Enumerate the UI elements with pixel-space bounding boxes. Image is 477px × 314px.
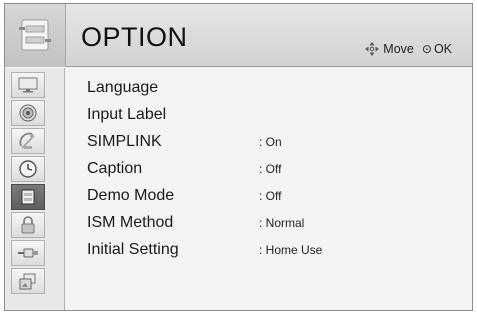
menu-item-simplink[interactable]: SIMPLINK : On: [87, 130, 467, 154]
my-media-icon: [19, 273, 36, 290]
menu-header: OPTION Move ⊙ OK: [5, 4, 472, 67]
menu-item-ism-method[interactable]: ISM Method : Normal: [87, 211, 467, 235]
input-icon: [18, 248, 38, 258]
menu-item-value: : Normal: [259, 216, 305, 230]
option-settings-list: Language Input Label SIMPLINK : On Capti…: [67, 68, 472, 310]
page-title: OPTION: [81, 22, 188, 52]
sidebar-item-time[interactable]: [11, 156, 45, 182]
sidebar-item-option[interactable]: [11, 184, 45, 210]
time-icon: [19, 160, 37, 178]
menu-item-label: ISM Method: [87, 214, 174, 231]
sidebar-item-picture[interactable]: [11, 72, 45, 98]
menu-item-input-label[interactable]: Input Label: [87, 103, 467, 127]
menu-item-value: : On: [259, 135, 282, 149]
menu-item-value: : Off: [259, 189, 282, 203]
menu-item-label: SIMPLINK: [87, 133, 162, 150]
menu-item-demo-mode[interactable]: Demo Mode : Off: [87, 184, 467, 208]
sidebar-item-my-media[interactable]: [11, 268, 45, 294]
menu-item-initial-setting[interactable]: Initial Setting : Home Use: [87, 238, 467, 262]
sidebar-item-lock[interactable]: [11, 212, 45, 238]
move-arrows-icon: [365, 42, 380, 56]
menu-item-label: Demo Mode: [87, 187, 175, 204]
menu-item-label: Initial Setting: [87, 241, 179, 258]
option-header-icon: [5, 4, 66, 67]
category-sidebar: [5, 68, 65, 310]
menu-item-label: Language: [87, 79, 159, 96]
menu-item-label: Input Label: [87, 106, 167, 123]
sidebar-item-channel[interactable]: [11, 128, 45, 154]
menu-item-label: Caption: [87, 160, 143, 177]
menu-item-language[interactable]: Language: [87, 76, 467, 100]
menu-item-value: : Home Use: [259, 243, 323, 257]
option-icon: [21, 189, 35, 205]
channel-icon: [19, 132, 35, 149]
audio-icon: [19, 104, 37, 122]
ok-button-icon: ⊙: [421, 42, 432, 56]
picture-icon: [18, 77, 38, 93]
hint-move-label: Move: [383, 42, 414, 56]
hint-ok-label: OK: [433, 42, 452, 56]
menu-item-value: : Off: [259, 162, 282, 176]
sidebar-item-audio[interactable]: [11, 100, 45, 126]
menu-item-caption[interactable]: Caption : Off: [87, 157, 467, 181]
option-menu-window: OPTION Move ⊙ OK Language Input Label SI…: [4, 3, 473, 311]
sidebar-item-input[interactable]: [11, 240, 45, 266]
navigation-hint: Move ⊙ OK: [365, 42, 452, 56]
lock-icon: [21, 216, 35, 234]
